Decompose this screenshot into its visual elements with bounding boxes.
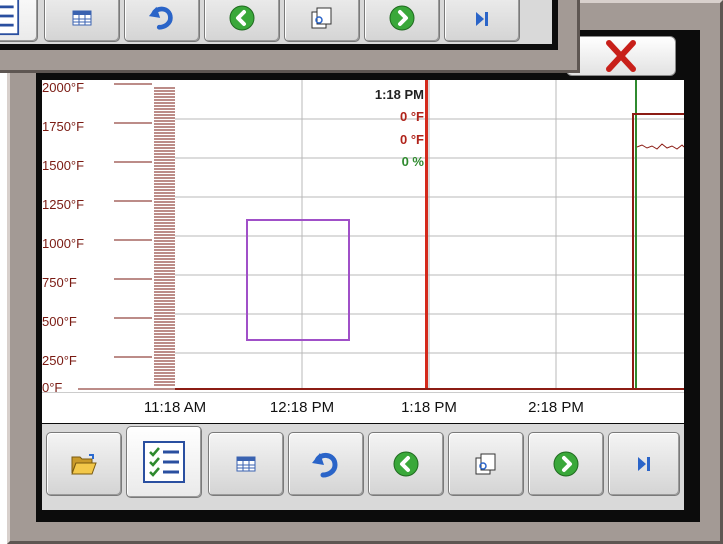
plot-area[interactable]: 1:18 PM 0 °F 0 °F 0 % bbox=[175, 80, 684, 390]
cursor-value-1: 0 °F bbox=[400, 109, 424, 124]
undo-icon bbox=[312, 453, 338, 478]
skip-to-end-icon bbox=[476, 12, 488, 26]
x-tick-label: 11:18 AM bbox=[143, 399, 207, 416]
temperature-trace-2 bbox=[636, 143, 684, 150]
popup-previous-button[interactable] bbox=[204, 0, 280, 42]
x-axis-labels: 11:18 AM 12:18 PM 1:18 PM 2:18 PM bbox=[42, 392, 684, 423]
checklist-button[interactable] bbox=[126, 426, 202, 498]
close-x-icon bbox=[606, 40, 636, 72]
next-button[interactable] bbox=[528, 432, 604, 496]
cursor-readout: 1:18 PM 0 °F 0 °F 0 % bbox=[325, 87, 424, 187]
x-tick-label: 12:18 PM bbox=[269, 399, 335, 416]
y-axis-ruler bbox=[78, 83, 176, 390]
popup-skip-to-end-button[interactable] bbox=[444, 0, 520, 42]
popup-next-button[interactable] bbox=[364, 0, 440, 42]
cursor-value-3: 0 % bbox=[401, 154, 424, 169]
popup-undo-button[interactable] bbox=[124, 0, 200, 42]
cursor-time: 1:18 PM bbox=[374, 87, 424, 102]
forward-arrow-icon bbox=[553, 451, 579, 477]
popup-table-view-button[interactable] bbox=[44, 0, 120, 42]
popup-toolbar bbox=[0, 0, 552, 44]
open-folder-icon bbox=[71, 454, 97, 475]
x-tick-label: 1:18 PM bbox=[401, 399, 457, 416]
selection-rectangle bbox=[246, 219, 350, 341]
cursor-value-2: 0 °F bbox=[400, 132, 424, 147]
back-arrow-icon bbox=[393, 451, 419, 477]
skip-to-end-button[interactable] bbox=[608, 432, 680, 496]
forward-arrow-icon bbox=[389, 5, 415, 31]
popup-checklist-button[interactable] bbox=[0, 0, 38, 42]
undo-button[interactable] bbox=[288, 432, 364, 496]
open-file-button[interactable] bbox=[46, 432, 122, 496]
snapshot-icon bbox=[475, 453, 496, 475]
table-icon bbox=[72, 10, 92, 26]
checklist-icon bbox=[143, 441, 185, 483]
snapshot-button[interactable] bbox=[448, 432, 524, 496]
bottom-toolbar bbox=[42, 424, 684, 510]
table-view-button[interactable] bbox=[208, 432, 284, 496]
x-tick-label: 2:18 PM bbox=[528, 399, 584, 416]
cursor-line bbox=[425, 80, 428, 390]
snapshot-icon bbox=[311, 7, 332, 29]
grid-and-traces bbox=[175, 80, 684, 390]
undo-icon bbox=[148, 6, 173, 30]
close-button[interactable] bbox=[566, 36, 676, 76]
chart-panel: 2000°F 1750°F 1500°F 1250°F 1000°F 750°F… bbox=[42, 80, 684, 395]
table-icon bbox=[236, 456, 256, 472]
checklist-icon bbox=[0, 0, 20, 36]
skip-to-end-icon bbox=[638, 457, 650, 471]
back-arrow-icon bbox=[229, 5, 255, 31]
popup-snapshot-button[interactable] bbox=[284, 0, 360, 42]
previous-button[interactable] bbox=[368, 432, 444, 496]
